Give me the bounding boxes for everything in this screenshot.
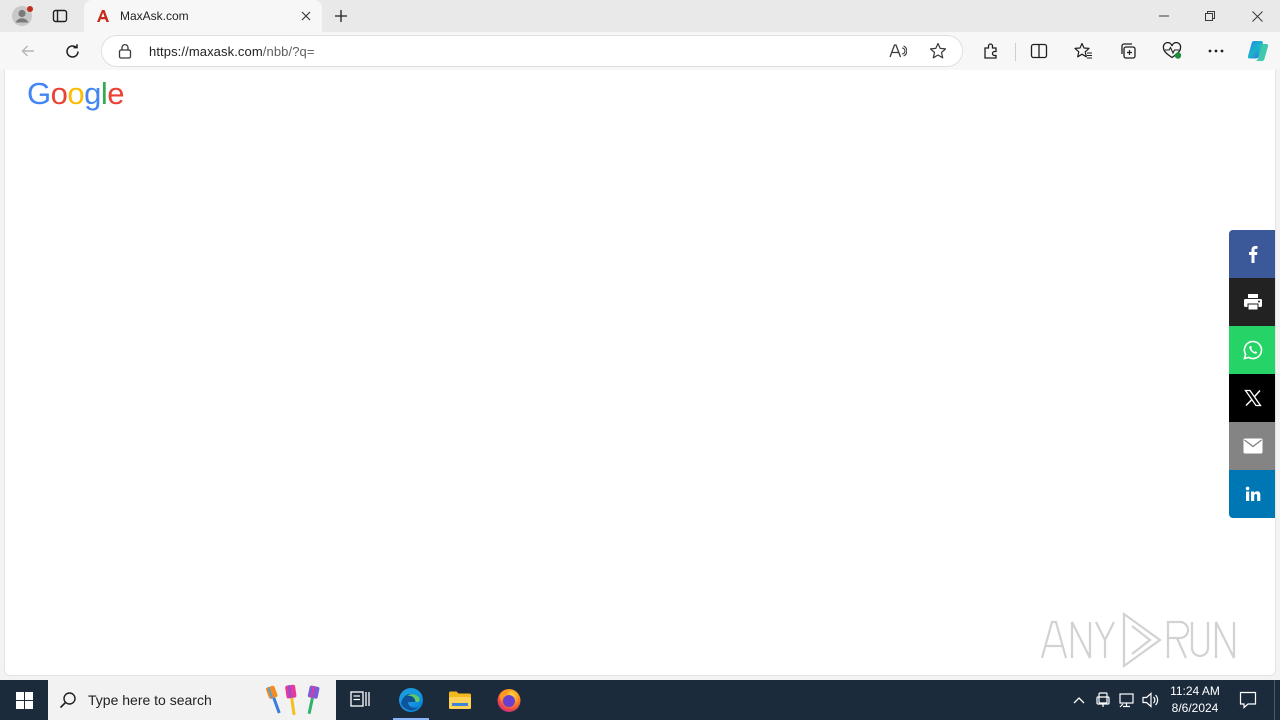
notification-center-button[interactable] [1236,680,1260,720]
network-icon [1118,692,1134,707]
file-explorer-icon [449,691,471,709]
split-screen-icon [1030,43,1048,59]
google-logo[interactable]: Google [27,76,125,112]
notification-icon [1239,691,1257,709]
tray-network[interactable] [1116,680,1138,720]
taskbar-file-explorer[interactable] [436,680,484,720]
linkedin-icon [1245,486,1261,502]
copilot-icon [1247,41,1269,61]
start-button[interactable] [0,680,48,720]
restore-icon [1205,11,1215,21]
favorite-star-icon [929,42,947,59]
profile-notification-dot [27,6,33,12]
windows-icon [15,691,33,709]
tab-title: MaxAsk.com [120,9,189,23]
show-desktop-button[interactable] [1274,680,1280,720]
facebook-share-button[interactable] [1229,230,1275,278]
maxask-a-icon [95,8,111,24]
x-icon [1244,389,1262,407]
window-close-icon [1251,10,1263,22]
profile-button[interactable] [8,4,36,28]
address-bar[interactable]: https://maxask.com/nbb/?q= [101,35,963,67]
back-button[interactable] [12,36,44,66]
firefox-icon [497,689,521,712]
email-icon [1243,438,1263,454]
url-text[interactable]: https://maxask.com/nbb/?q= [149,44,315,59]
logo-letter: G [27,76,51,111]
split-screen-button[interactable] [1023,36,1055,66]
show-hidden-icons-button[interactable] [1068,680,1090,720]
url-host: https://maxask.com [149,44,263,59]
whatsapp-share-button[interactable] [1229,326,1275,374]
facebook-icon [1248,245,1258,263]
share-sidebar [1229,230,1275,518]
extensions-icon [984,43,997,59]
taskbar-clock[interactable]: 11:24 AM 8/6/2024 [1164,683,1226,717]
taskbar: Type here to search 11:24 AM 8/6/2024 [0,680,1280,720]
taskbar-search[interactable]: Type here to search [48,680,336,720]
active-tab[interactable]: MaxAsk.com [84,0,322,32]
tab-actions-button[interactable] [48,4,72,28]
lock-icon[interactable] [116,42,134,60]
favorites-button[interactable] [1067,36,1099,66]
x-share-button[interactable] [1229,374,1275,422]
toolbar-divider [1015,43,1016,61]
copilot-button[interactable] [1242,36,1274,66]
collections-button[interactable] [1112,36,1144,66]
refresh-icon [65,43,79,58]
collections-icon [1121,43,1136,59]
read-aloud-button[interactable] [884,39,912,63]
task-view-icon [350,691,370,707]
page-content: Google [4,70,1276,676]
clock-date: 8/6/2024 [1171,701,1219,715]
browser-essentials-button[interactable] [1156,36,1188,66]
back-icon [21,45,34,57]
search-placeholder: Type here to search [88,692,212,708]
tab-close-button[interactable] [294,4,318,28]
close-icon [301,11,311,21]
logo-letter: o [67,76,85,111]
whatsapp-icon [1243,340,1263,360]
task-view-button[interactable] [336,680,384,720]
favorites-icon [1073,42,1092,59]
paintbrushes-icon [266,684,320,716]
linkedin-share-button[interactable] [1229,470,1275,518]
more-icon [1208,49,1224,53]
chevron-up-icon [1073,697,1085,704]
favorite-star-button[interactable] [924,39,952,63]
minimize-icon [1159,15,1169,17]
browser-toolbar: https://maxask.com/nbb/?q= [0,32,1280,70]
clock-time: 11:24 AM [1170,684,1220,698]
edge-icon [399,688,423,712]
new-tab-button[interactable] [328,4,354,28]
logo-letter: e [107,76,125,111]
browser-essentials-icon [1162,42,1182,59]
read-aloud-icon [889,44,907,58]
logo-letter: o [50,76,68,111]
tab-actions-icon [52,9,68,23]
restore-button[interactable] [1187,0,1233,32]
device-icon [1096,692,1110,707]
more-button[interactable] [1200,36,1232,66]
extensions-button[interactable] [975,36,1007,66]
tab-strip: MaxAsk.com [0,0,1280,32]
refresh-button[interactable] [56,36,88,66]
url-path: /nbb/?q= [262,44,315,59]
minimize-button[interactable] [1141,0,1187,32]
volume-icon [1142,692,1159,708]
tray-device[interactable] [1093,680,1113,720]
email-share-button[interactable] [1229,422,1275,470]
window-close-button[interactable] [1234,0,1280,32]
plus-icon [335,10,347,22]
anyrun-logo [1040,611,1236,669]
print-share-button[interactable] [1229,278,1275,326]
print-icon [1243,293,1263,311]
tray-volume[interactable] [1140,680,1162,720]
taskbar-edge[interactable] [387,680,435,720]
logo-letter: g [84,76,101,111]
taskbar-firefox[interactable] [485,680,533,720]
search-icon [48,691,88,709]
